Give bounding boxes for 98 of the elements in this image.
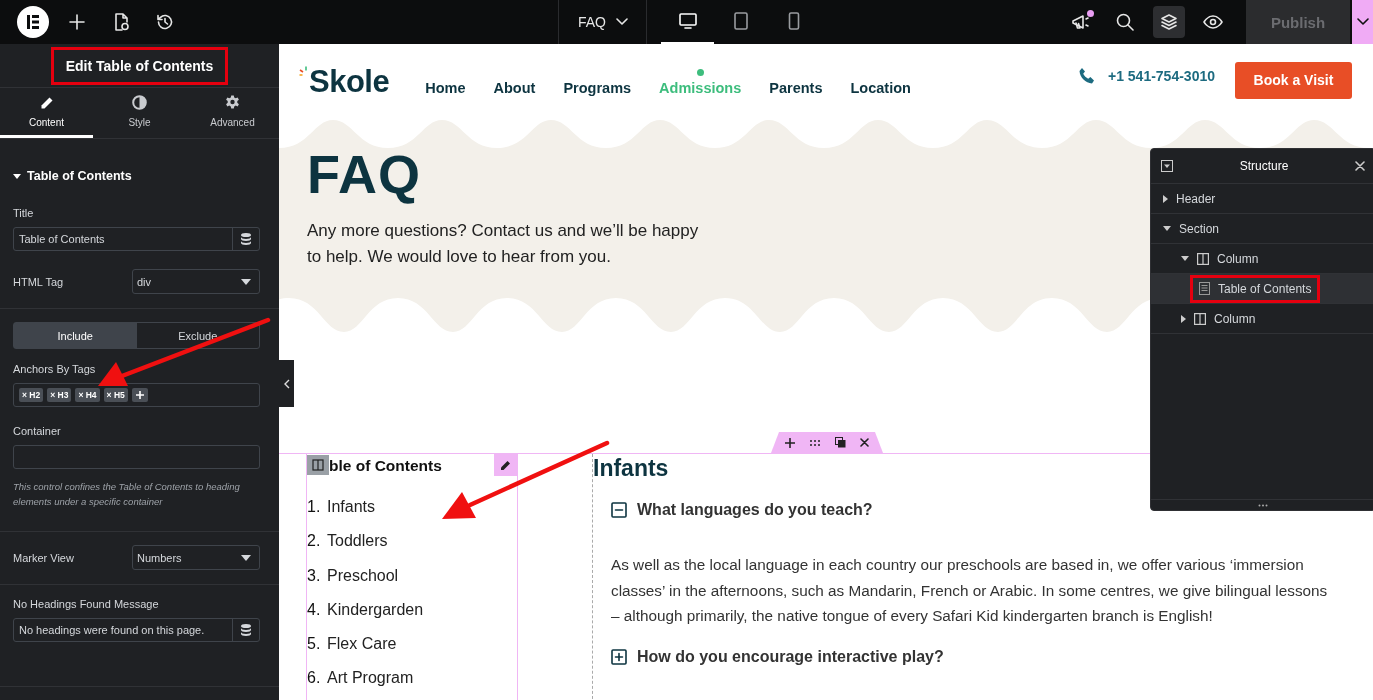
tag-chip[interactable]: × H3 bbox=[47, 388, 72, 402]
tablet-icon[interactable] bbox=[733, 12, 748, 30]
toc-title: ble of Contents bbox=[329, 457, 442, 475]
column-icon bbox=[1197, 252, 1209, 265]
contrast-icon bbox=[132, 95, 147, 111]
toolbar-button[interactable] bbox=[1153, 6, 1185, 38]
site-logo[interactable]: Skole bbox=[309, 64, 390, 100]
nav-link[interactable]: Programs bbox=[549, 68, 646, 96]
field-label: Title bbox=[13, 207, 35, 219]
nav-link[interactable]: Location bbox=[836, 68, 925, 96]
database-icon bbox=[241, 624, 251, 636]
book-visit-button[interactable]: Book a Visit bbox=[1235, 61, 1352, 99]
caret-down-icon[interactable] bbox=[1163, 226, 1171, 231]
nav-link[interactable]: Home bbox=[411, 68, 480, 96]
section-heading: Infants bbox=[593, 454, 670, 482]
help-text: This control confines the Table of Contents to heading elements under a specific container bbox=[13, 480, 241, 509]
sparks-icon bbox=[299, 66, 309, 78]
pencil-icon[interactable] bbox=[500, 459, 511, 471]
collapse-icon[interactable] bbox=[1161, 160, 1173, 172]
tag-chip[interactable]: × H2 bbox=[19, 388, 44, 402]
caret-down-icon[interactable] bbox=[1181, 256, 1189, 261]
caret-right-icon[interactable] bbox=[1163, 194, 1168, 203]
select-field[interactable]: div bbox=[132, 269, 260, 294]
phone-icon bbox=[1077, 67, 1096, 85]
page-settings-icon[interactable] bbox=[113, 13, 129, 31]
toc-link[interactable]: 5. Flex Care bbox=[307, 635, 517, 670]
caret-icon bbox=[241, 278, 251, 285]
resize-handle-icon[interactable] bbox=[1258, 503, 1268, 507]
field-label: HTML Tag bbox=[13, 275, 64, 288]
text-field[interactable]: Table of Contents bbox=[13, 227, 260, 251]
logo-icon[interactable] bbox=[17, 6, 49, 38]
add-tag-button[interactable] bbox=[131, 388, 148, 402]
section-header[interactable]: Table of Contents bbox=[13, 169, 260, 183]
tree-item[interactable]: Table of Contents bbox=[1190, 274, 1321, 303]
field-label: Container bbox=[13, 425, 62, 437]
eye-icon[interactable] bbox=[1203, 15, 1223, 29]
desktop-icon[interactable] bbox=[678, 13, 697, 29]
tree-item[interactable]: Column bbox=[1172, 244, 1268, 273]
field-label: Marker View bbox=[13, 551, 74, 564]
layers-icon[interactable] bbox=[1160, 13, 1178, 31]
panel-tab[interactable]: Content bbox=[0, 88, 93, 138]
switch-option[interactable]: Include bbox=[14, 323, 137, 348]
panel-title: Edit Table of Contents bbox=[50, 46, 229, 85]
add-icon[interactable] bbox=[785, 437, 795, 448]
chevron-down-icon bbox=[1356, 18, 1369, 26]
pencil-icon bbox=[39, 95, 54, 110]
intro-paragraph: Any more questions? Contact us and we’ll be happy to help. We would love to hear from you. bbox=[307, 220, 700, 268]
select-field[interactable]: Numbers bbox=[132, 545, 260, 570]
panel-tab[interactable]: Style bbox=[93, 88, 186, 138]
text-field[interactable]: No headings were found on this page. bbox=[13, 618, 260, 642]
tag-field[interactable]: × H2 × H3 × H4 × H5 bbox=[13, 383, 260, 407]
toc-link[interactable]: 3. Preschool bbox=[307, 566, 517, 601]
toc-link[interactable]: 4. Kindergarden bbox=[307, 600, 517, 636]
field-label: Anchors By Tags bbox=[13, 363, 97, 375]
column-handle-icon[interactable] bbox=[307, 455, 329, 475]
accordion-question[interactable]: How do you encourage interactive play? bbox=[611, 647, 944, 666]
toc-link[interactable]: 6. Art Program bbox=[307, 669, 517, 700]
panel-title: Structure bbox=[1239, 159, 1289, 173]
duplicate-icon[interactable] bbox=[835, 437, 846, 448]
accordion-question[interactable]: What languages do you teach? bbox=[611, 501, 873, 519]
publish-options-button[interactable] bbox=[1352, 0, 1373, 44]
collapse-panel-button[interactable] bbox=[279, 360, 294, 407]
toc-link[interactable]: 2. Toddlers bbox=[307, 532, 517, 567]
megaphone-icon[interactable] bbox=[1071, 13, 1091, 31]
edit-widget-button[interactable] bbox=[494, 454, 517, 476]
nav-link[interactable]: About bbox=[479, 68, 550, 96]
field-label: No Headings Found Message bbox=[13, 598, 160, 610]
page-heading: FAQ bbox=[307, 143, 421, 206]
switch-option[interactable]: Exclude bbox=[136, 323, 259, 348]
gear-icon bbox=[225, 95, 240, 111]
plus-icon[interactable] bbox=[135, 391, 144, 399]
toc-link[interactable]: 1. Infants bbox=[307, 498, 517, 533]
answer-text: As well as the local language in each country our preschools are based in, we offer various ‘immersion classes’ in the afternoons, such as Mandarin, French or Arabic. In some centres, we give bilingual lessons – although primarily, the native tongue of every Safari Kid kindergarten branch is English! bbox=[611, 555, 1329, 626]
close-icon[interactable] bbox=[860, 438, 869, 447]
nav-link[interactable]: Parents bbox=[755, 68, 837, 96]
tag-chip[interactable]: × H4 bbox=[75, 388, 100, 402]
tree-item[interactable]: Column bbox=[1172, 304, 1265, 333]
chevron-down-icon bbox=[616, 18, 628, 26]
plus-box-icon bbox=[611, 648, 627, 665]
mobile-icon[interactable] bbox=[787, 12, 800, 30]
column-icon bbox=[1194, 312, 1206, 325]
text-field[interactable] bbox=[13, 445, 260, 469]
panel-tab[interactable]: Advanced bbox=[186, 88, 279, 138]
tree-item[interactable]: Header bbox=[1154, 184, 1225, 213]
search-icon[interactable] bbox=[1116, 13, 1134, 31]
tree-item[interactable]: Section bbox=[1154, 214, 1229, 243]
publish-button: Publish bbox=[1246, 0, 1350, 44]
database-icon bbox=[241, 233, 251, 245]
chevron-left-icon[interactable] bbox=[283, 378, 290, 389]
caret-right-icon[interactable] bbox=[1181, 314, 1186, 323]
phone-link[interactable]: +1 541-754-3010 bbox=[1107, 68, 1215, 84]
caret-icon bbox=[13, 173, 21, 179]
tag-chip[interactable]: × H5 bbox=[103, 388, 128, 402]
minus-box-icon bbox=[611, 502, 627, 518]
list-icon bbox=[1199, 282, 1210, 295]
caret-icon bbox=[241, 554, 251, 561]
drag-handle-icon[interactable] bbox=[809, 438, 821, 447]
history-icon[interactable] bbox=[156, 13, 174, 31]
